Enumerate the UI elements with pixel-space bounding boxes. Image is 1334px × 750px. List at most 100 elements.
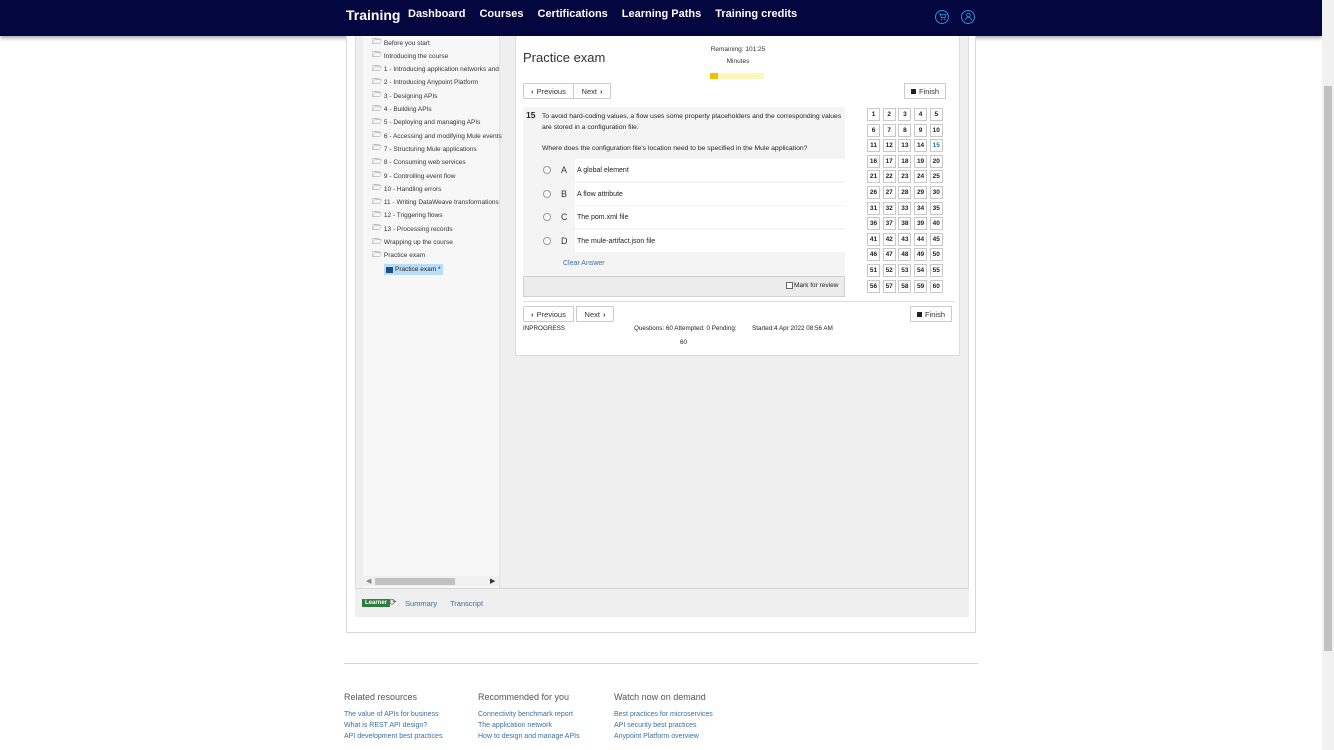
- transcript-link[interactable]: Transcript: [450, 599, 483, 608]
- question-nav-button[interactable]: 23: [898, 170, 912, 184]
- question-nav-button[interactable]: 36: [867, 217, 880, 231]
- question-nav-button[interactable]: 54: [914, 263, 928, 277]
- question-nav-button[interactable]: 44: [914, 232, 928, 246]
- outline-item[interactable]: 🗁 Practice exam: [372, 250, 425, 262]
- outline-item[interactable]: 🗁 7 - Structuring Mule applications: [372, 143, 477, 155]
- nav-courses[interactable]: Courses: [479, 8, 523, 20]
- question-nav-button[interactable]: 51: [867, 263, 880, 277]
- question-nav-button[interactable]: 31: [867, 201, 880, 215]
- question-nav-button[interactable]: 13: [898, 139, 912, 153]
- question-nav-button[interactable]: 50: [929, 248, 943, 262]
- mark-review-checkbox[interactable]: [786, 282, 793, 289]
- outline-item[interactable]: 🗁 9 - Controlling event flow: [372, 170, 455, 182]
- question-nav-button[interactable]: 46: [867, 248, 880, 262]
- question-nav-button[interactable]: 10: [929, 123, 943, 137]
- question-nav-button[interactable]: 48: [898, 248, 912, 262]
- footer-link[interactable]: API security best practices: [614, 722, 696, 729]
- question-nav-button[interactable]: 24: [914, 170, 928, 184]
- nav-certifications[interactable]: Certifications: [538, 8, 608, 20]
- question-nav-button[interactable]: 45: [929, 232, 943, 246]
- question-nav-button[interactable]: 27: [882, 185, 896, 199]
- question-nav-button[interactable]: 47: [882, 248, 896, 262]
- question-nav-button[interactable]: 6: [867, 123, 880, 137]
- previous-button-bottom[interactable]: ‹ Previous: [523, 306, 574, 322]
- question-nav-button[interactable]: 14: [914, 139, 928, 153]
- question-nav-button[interactable]: 28: [898, 185, 912, 199]
- footer-link[interactable]: The value of APIs for business: [344, 711, 439, 718]
- option-d[interactable]: D The mule-artifact.json file: [543, 234, 655, 248]
- question-nav-button[interactable]: 4: [914, 108, 928, 121]
- footer-link[interactable]: Best practices for microservices: [614, 711, 713, 718]
- mark-for-review[interactable]: Mark for review: [786, 282, 838, 289]
- previous-button-top[interactable]: ‹ Previous: [523, 83, 574, 99]
- question-nav-button[interactable]: 33: [898, 201, 912, 215]
- nav-learning-paths[interactable]: Learning Paths: [622, 8, 701, 20]
- question-nav-button[interactable]: 19: [914, 154, 928, 168]
- user-icon[interactable]: [961, 10, 975, 24]
- question-nav-button[interactable]: 59: [914, 279, 928, 293]
- page-scrollbar-thumb[interactable]: [1324, 86, 1332, 651]
- question-nav-button[interactable]: 32: [882, 201, 896, 215]
- footer-link[interactable]: API development best practices: [344, 733, 442, 740]
- question-nav-button[interactable]: 20: [929, 154, 943, 168]
- refresh-icon[interactable]: ⟳: [389, 597, 397, 608]
- outline-item[interactable]: 🗁 1 - Introducing application networks an…: [372, 64, 499, 76]
- question-nav-button[interactable]: 53: [898, 263, 912, 277]
- question-nav-button[interactable]: 57: [882, 279, 896, 293]
- radio-a[interactable]: [543, 166, 551, 174]
- outline-hscrollbar[interactable]: ◀ ▶: [363, 576, 499, 586]
- radio-c[interactable]: [543, 213, 551, 221]
- question-nav-button[interactable]: 18: [898, 154, 912, 168]
- question-nav-button[interactable]: 38: [898, 217, 912, 231]
- question-nav-button[interactable]: 34: [914, 201, 928, 215]
- outline-item[interactable]: 🗁 8 - Consuming web services: [372, 157, 466, 169]
- question-nav-button[interactable]: 2: [882, 108, 896, 121]
- outline-item[interactable]: 🗁 11 - Writing DataWeave transformations: [372, 197, 499, 209]
- question-nav-button[interactable]: 52: [882, 263, 896, 277]
- outline-item[interactable]: 🗁 12 - Triggering flows: [372, 210, 442, 222]
- outline-item[interactable]: 🗁 Before you start: [372, 37, 430, 49]
- question-nav-button[interactable]: 26: [867, 185, 880, 199]
- question-nav-button[interactable]: 37: [882, 217, 896, 231]
- question-nav-button[interactable]: 3: [898, 108, 912, 121]
- outline-item[interactable]: 🗁 Introducing the course: [372, 50, 448, 62]
- question-nav-button[interactable]: 29: [914, 185, 928, 199]
- question-nav-button[interactable]: 49: [914, 248, 928, 262]
- brand-logo[interactable]: Training: [346, 7, 400, 23]
- question-nav-button[interactable]: 17: [882, 154, 896, 168]
- outline-item[interactable]: 🗁 4 - Building APIs: [372, 104, 432, 116]
- scroll-left-icon[interactable]: ◀: [366, 577, 371, 585]
- question-nav-button[interactable]: 16: [867, 154, 880, 168]
- finish-button-top[interactable]: Finish: [904, 83, 946, 99]
- question-nav-button[interactable]: 8: [898, 123, 912, 137]
- question-nav-button[interactable]: 55: [929, 263, 943, 277]
- outline-item[interactable]: 🗁 5 - Deploying and managing APIs: [372, 117, 480, 129]
- question-nav-button[interactable]: 60: [929, 279, 943, 293]
- finish-button-bottom[interactable]: Finish: [910, 306, 952, 322]
- question-nav-button[interactable]: 9: [914, 123, 928, 137]
- question-nav-button[interactable]: 35: [929, 201, 943, 215]
- question-nav-button[interactable]: 56: [867, 279, 880, 293]
- question-nav-button[interactable]: 22: [882, 170, 896, 184]
- question-nav-button[interactable]: 39: [914, 217, 928, 231]
- outline-item-selected[interactable]: Practice exam *: [384, 264, 443, 275]
- summary-link[interactable]: Summary: [405, 599, 437, 608]
- question-nav-button[interactable]: 11: [867, 139, 880, 153]
- radio-b[interactable]: [543, 190, 551, 198]
- nav-dashboard[interactable]: Dashboard: [408, 8, 465, 20]
- footer-link[interactable]: Anypoint Platform overview: [614, 733, 699, 740]
- next-button-bottom[interactable]: Next ›: [576, 306, 614, 322]
- nav-training-credits[interactable]: Training credits: [715, 8, 797, 20]
- question-nav-button[interactable]: 41: [867, 232, 880, 246]
- question-nav-button[interactable]: 5: [929, 108, 943, 121]
- question-nav-button[interactable]: 58: [898, 279, 912, 293]
- footer-link[interactable]: The application network: [478, 722, 552, 729]
- outline-item[interactable]: 🗁 6 - Accessing and modifying Mule events: [372, 130, 502, 142]
- cart-icon[interactable]: [935, 10, 949, 24]
- option-b[interactable]: B A flow attribute: [543, 187, 623, 201]
- outline-hscrollbar-thumb[interactable]: [375, 578, 455, 585]
- clear-answer-link[interactable]: Clear Answer: [563, 260, 605, 267]
- option-a[interactable]: A A global element: [543, 163, 629, 177]
- question-nav-button[interactable]: 15: [929, 139, 943, 153]
- outline-item[interactable]: 🗁 10 - Handling errors: [372, 183, 441, 195]
